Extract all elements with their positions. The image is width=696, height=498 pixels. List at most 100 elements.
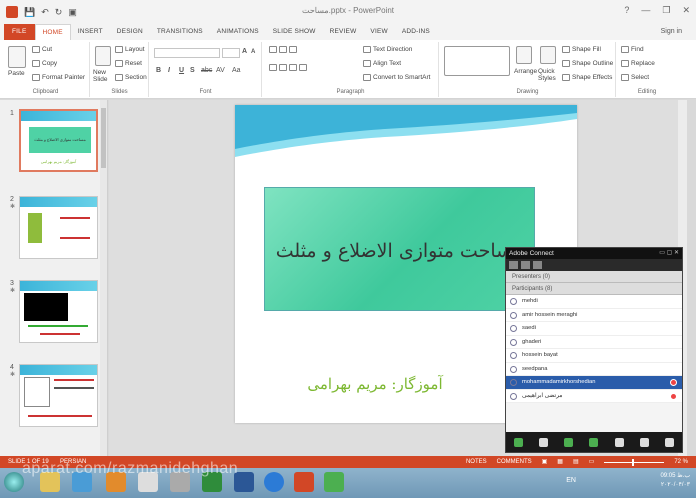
tab-design[interactable]: DESIGN <box>110 24 150 40</box>
zoom-slider-knob[interactable] <box>632 458 635 466</box>
input-language[interactable]: EN <box>566 477 576 484</box>
scrollbar-thumb[interactable] <box>101 108 106 168</box>
arrange-icon[interactable] <box>516 46 532 64</box>
bold-button[interactable]: B <box>156 67 161 74</box>
microphone-icon[interactable] <box>564 437 574 447</box>
slide-thumbnail-2[interactable] <box>19 196 98 259</box>
slideshow-view-icon[interactable]: ▭ <box>589 456 595 468</box>
slide-sorter-icon[interactable]: ▦ <box>557 456 563 468</box>
find-button[interactable]: Find <box>621 46 644 53</box>
thumb-wave <box>20 197 97 207</box>
grid-view-icon[interactable] <box>509 261 518 269</box>
help-button[interactable]: ? <box>624 5 629 16</box>
quick-styles-button[interactable]: Quick Styles <box>538 68 560 82</box>
speaker-icon[interactable] <box>589 437 599 447</box>
slide-thumbnail-1[interactable]: مساحت متوازی الاضلاع و مثلث آموزگار: مری… <box>19 109 98 172</box>
list-item[interactable]: saedi <box>506 322 682 336</box>
tab-view[interactable]: VIEW <box>363 24 394 40</box>
title-placeholder[interactable]: مساحت متوازی الاضلاع و مثلث <box>264 187 535 311</box>
zoom-slider[interactable] <box>604 458 665 466</box>
zoom-level[interactable]: 72 % <box>674 456 688 468</box>
underline-button[interactable]: U <box>179 67 184 74</box>
smartart-button[interactable]: Convert to SmartArt <box>363 74 430 81</box>
notes-button[interactable]: NOTES <box>466 456 487 468</box>
tab-review[interactable]: REVIEW <box>323 24 364 40</box>
powerpoint-taskbar-icon[interactable] <box>294 472 314 492</box>
slide-thumbnail-4[interactable] <box>19 364 98 427</box>
shrink-font-button[interactable]: A <box>251 49 255 55</box>
grow-font-button[interactable]: A <box>242 48 247 55</box>
internet-explorer-icon[interactable] <box>264 472 284 492</box>
user-icon <box>510 325 517 332</box>
share-screen-icon[interactable] <box>514 437 524 447</box>
restore-button[interactable]: ❐ <box>662 5 670 16</box>
thumb-wave <box>20 365 97 375</box>
list-item[interactable]: mehdi <box>506 295 682 309</box>
webcam-icon[interactable] <box>539 437 549 447</box>
align-text-button[interactable]: Align Text <box>363 60 401 67</box>
minimize-button[interactable]: — <box>641 5 650 16</box>
list-item[interactable]: amir hossein meraghi <box>506 309 682 322</box>
list-item[interactable]: hossein bayat <box>506 349 682 363</box>
alignment-buttons[interactable] <box>269 64 307 71</box>
tab-add-ins[interactable]: ADD-INS <box>395 24 437 40</box>
replace-button[interactable]: Replace <box>621 60 655 67</box>
new-slide-button[interactable]: New Slide <box>93 69 115 83</box>
chat-icon[interactable] <box>639 437 649 447</box>
normal-view-icon[interactable]: ▣ <box>542 456 548 468</box>
list-item[interactable]: seedpana <box>506 363 682 376</box>
arrange-button[interactable]: Arrange <box>514 68 537 75</box>
layout-button[interactable]: Layout <box>115 46 145 53</box>
select-button[interactable]: Select <box>621 74 649 81</box>
section-button[interactable]: Section <box>115 74 147 81</box>
shape-fill-label: Shape Fill <box>572 46 601 53</box>
strikethrough-button[interactable]: abc <box>201 67 212 74</box>
system-clock[interactable]: 09:05 ب.ظ ۲۰۲۰/۰۴/۰۳ <box>660 472 690 490</box>
cut-button[interactable]: Cut <box>32 46 52 53</box>
format-painter-button[interactable]: Format Painter <box>32 74 85 81</box>
tab-home[interactable]: HOME <box>34 24 71 40</box>
text-direction-button[interactable]: Text Direction <box>363 46 412 53</box>
slide-subtitle[interactable]: آموزگار: مریم بهرامی <box>275 375 475 393</box>
comments-button[interactable]: COMMENTS <box>497 456 532 468</box>
tab-transitions[interactable]: TRANSITIONS <box>150 24 210 40</box>
reading-view-icon[interactable]: ▤ <box>573 456 579 468</box>
list-item[interactable]: mohammadamirkhorshedian <box>506 376 682 390</box>
presenters-section[interactable]: Presenters (0) <box>506 271 682 283</box>
shadow-button[interactable]: S <box>190 67 195 74</box>
font-name-combo[interactable] <box>154 48 220 58</box>
attendees-icon[interactable] <box>614 437 624 447</box>
tab-file[interactable]: FILE <box>4 24 35 40</box>
quick-styles-icon[interactable] <box>540 46 556 64</box>
list-item[interactable]: ghaderi <box>506 336 682 349</box>
adobe-connect-taskbar-icon[interactable] <box>324 472 344 492</box>
shape-fill-button[interactable]: Shape Fill <box>562 46 601 53</box>
notification-icon[interactable] <box>664 437 674 447</box>
shape-effects-button[interactable]: Shape Effects <box>562 74 612 81</box>
sort-icon[interactable] <box>533 261 542 269</box>
panel-window-controls[interactable]: ▭ ▢ ✕ <box>659 248 679 259</box>
list-view-icon[interactable] <box>521 261 530 269</box>
change-case-button[interactable]: Aa <box>232 67 241 74</box>
new-slide-icon[interactable] <box>95 46 111 66</box>
close-button[interactable]: ✕ <box>682 5 690 16</box>
thumbnail-scrollbar[interactable] <box>100 100 107 456</box>
reset-button[interactable]: Reset <box>115 60 142 67</box>
shape-outline-button[interactable]: Shape Outline <box>562 60 613 67</box>
tab-animations[interactable]: ANIMATIONS <box>210 24 266 40</box>
shapes-gallery[interactable] <box>444 46 510 76</box>
copy-button[interactable]: Copy <box>32 60 57 67</box>
list-item[interactable]: مرتضی ابراهیمی <box>506 390 682 403</box>
paste-button[interactable]: Paste <box>8 70 25 77</box>
paste-icon[interactable] <box>8 46 26 68</box>
tab-slide-show[interactable]: SLIDE SHOW <box>266 24 323 40</box>
bullets-button[interactable] <box>269 46 297 53</box>
slide-thumbnail-3[interactable] <box>19 280 98 343</box>
character-spacing-button[interactable]: AV <box>216 67 225 74</box>
sign-in-link[interactable]: Sign in <box>661 28 682 35</box>
participants-section[interactable]: Participants (8) <box>506 283 682 295</box>
font-size-combo[interactable] <box>222 48 240 58</box>
italic-button[interactable]: I <box>168 67 170 74</box>
tab-insert[interactable]: INSERT <box>71 24 110 40</box>
start-button-icon[interactable] <box>4 472 24 492</box>
